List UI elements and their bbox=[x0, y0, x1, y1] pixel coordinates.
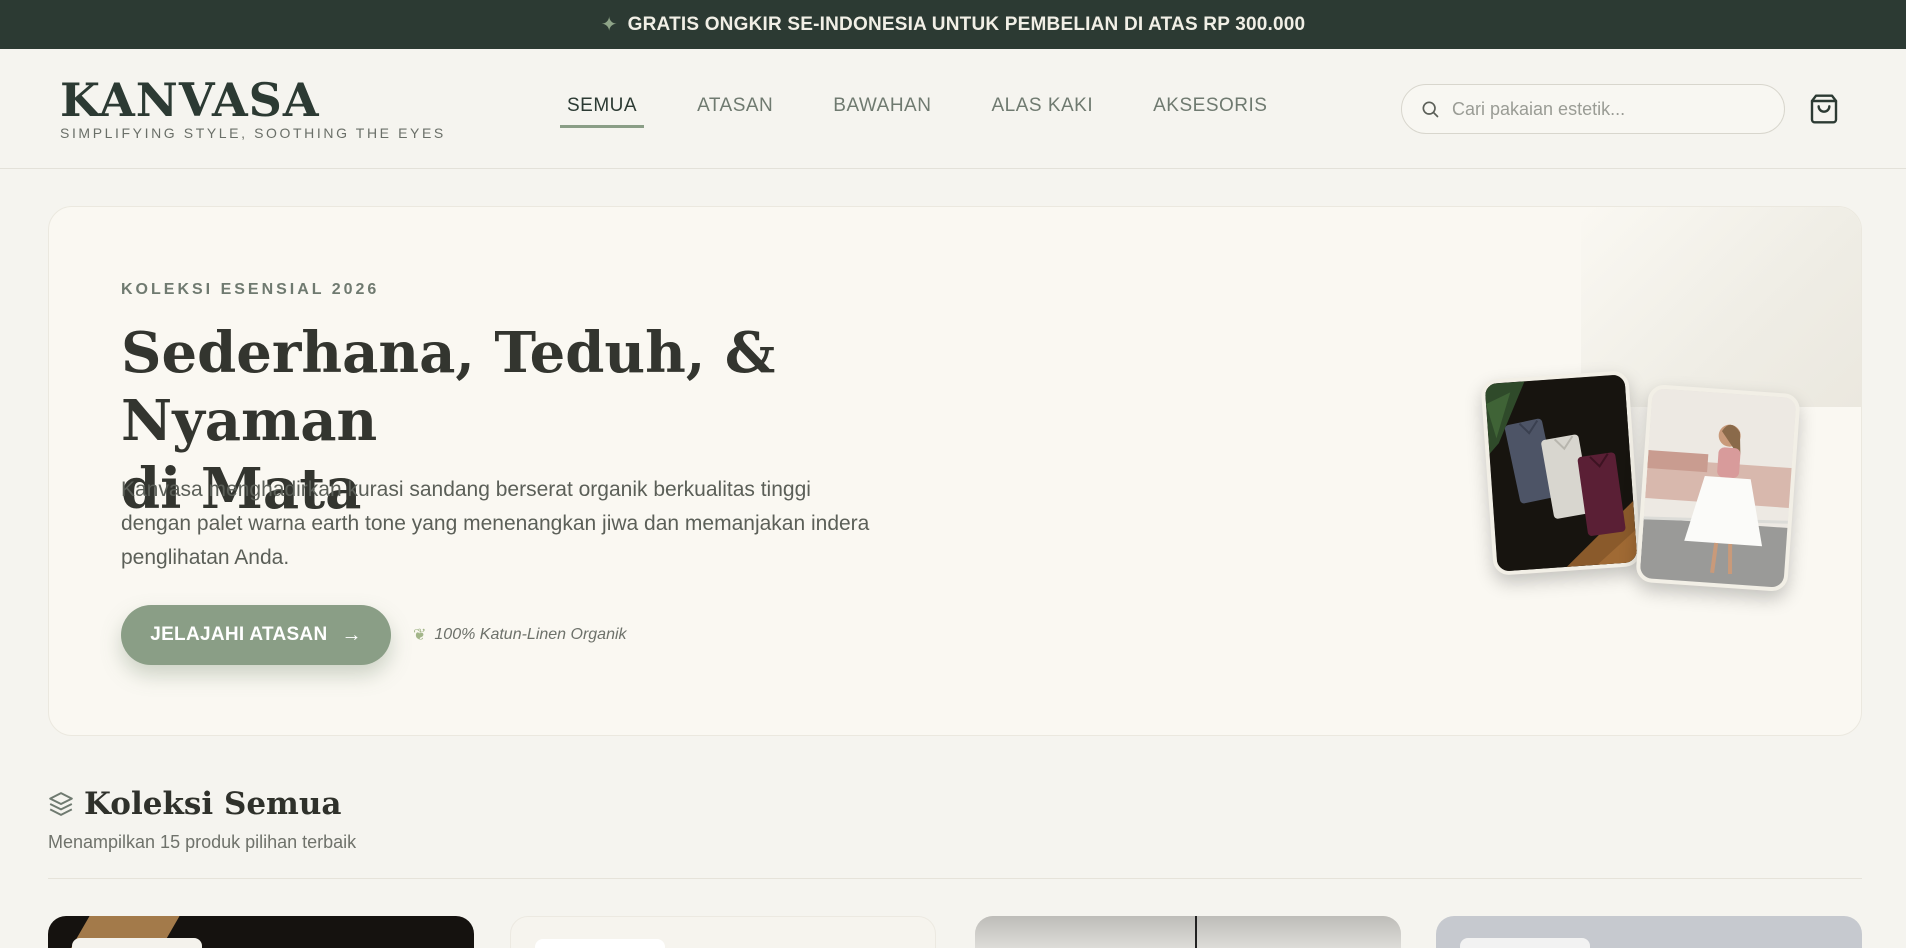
section-divider bbox=[48, 878, 1862, 879]
nav-item-bawahan[interactable]: BAWAHAN bbox=[826, 95, 938, 128]
brand-tagline: SIMPLIFYING STYLE, SOOTHING THE EYES bbox=[60, 125, 446, 141]
explore-tops-button[interactable]: JELAJAHI ATASAN → bbox=[121, 605, 391, 665]
section-subtitle: Menampilkan 15 produk pilihan terbaik bbox=[48, 832, 357, 852]
woman-white-skirt-photo bbox=[1635, 383, 1801, 593]
organic-badge-text: 100% Katun-Linen Organik bbox=[434, 626, 627, 643]
product-tag bbox=[535, 939, 665, 948]
search-box[interactable] bbox=[1401, 84, 1785, 134]
product-image bbox=[975, 916, 1401, 948]
hero-title-line-1: Sederhana, Teduh, & Nyaman bbox=[121, 320, 776, 454]
organic-badge: ❦ 100% Katun-Linen Organik bbox=[413, 625, 627, 645]
hero-description: Kanvasa menghadirkan kurasi sandang bers… bbox=[121, 478, 870, 569]
nav-item-alas-kaki[interactable]: ALAS KAKI bbox=[984, 95, 1100, 128]
brand-logo[interactable]: KANVASA bbox=[60, 77, 320, 123]
cta-label: JELAJAHI ATASAN bbox=[150, 624, 328, 645]
search-icon bbox=[1422, 101, 1439, 118]
sparkle-icon: ✦ bbox=[600, 14, 618, 36]
nav-item-semua[interactable]: SEMUA bbox=[560, 95, 645, 128]
announcement-bar: ✦ GRATIS ONGKIR SE-INDONESIA UNTUK PEMBE… bbox=[0, 0, 1906, 49]
folded-shirts-photo bbox=[1480, 370, 1642, 576]
product-card[interactable] bbox=[48, 916, 474, 948]
hero-banner: KOLEKSI ESENSIAL 2026 Sederhana, Teduh, … bbox=[48, 206, 1862, 736]
site-header: KANVASA SIMPLIFYING STYLE, SOOTHING THE … bbox=[0, 49, 1906, 169]
arrow-right-icon: → bbox=[341, 623, 362, 646]
search-input[interactable] bbox=[1452, 98, 1772, 120]
nav-item-aksesoris[interactable]: AKSESORIS bbox=[1146, 95, 1274, 128]
nav-item-atasan[interactable]: ATASAN bbox=[690, 95, 780, 128]
section-title: Koleksi Semua bbox=[84, 786, 342, 822]
hanger-hook bbox=[1195, 916, 1197, 948]
product-tag bbox=[72, 938, 202, 948]
layers-icon bbox=[49, 792, 73, 816]
shopping-bag-icon[interactable] bbox=[1808, 93, 1840, 125]
announcement-text: GRATIS ONGKIR SE-INDONESIA UNTUK PEMBELI… bbox=[627, 13, 1306, 35]
product-card[interactable] bbox=[975, 916, 1401, 948]
main-nav: SEMUA ATASAN BAWAHAN ALAS KAKI AKSESORIS bbox=[560, 95, 1320, 128]
product-card[interactable] bbox=[1436, 916, 1862, 948]
hero-eyebrow: KOLEKSI ESENSIAL 2026 bbox=[121, 281, 380, 298]
product-card[interactable] bbox=[510, 916, 936, 948]
leaf-icon: ❦ bbox=[413, 627, 427, 644]
product-tag bbox=[1460, 938, 1590, 948]
section-heading: Koleksi Semua bbox=[48, 786, 341, 822]
